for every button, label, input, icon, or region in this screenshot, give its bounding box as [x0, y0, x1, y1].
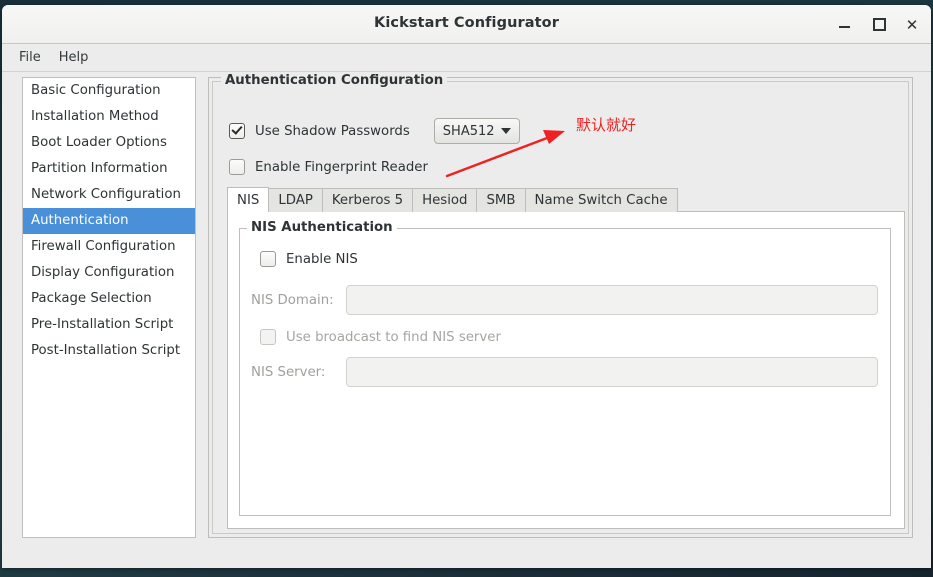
window-title: Kickstart Configurator: [373, 15, 559, 31]
tab-name-switch-cache[interactable]: Name Switch Cache: [525, 188, 678, 212]
authentication-configuration-title: Authentication Configuration: [221, 73, 448, 88]
nis-authentication-title: NIS Authentication: [247, 220, 397, 235]
tab-ldap[interactable]: LDAP: [269, 188, 323, 212]
chevron-down-icon: [500, 128, 511, 134]
enable-fingerprint-reader-label: Enable Fingerprint Reader: [255, 159, 428, 175]
password-hash-value: SHA512: [442, 123, 495, 139]
sidebar-item-authentication[interactable]: Authentication: [23, 208, 195, 234]
nis-broadcast-row: Use broadcast to find NIS server: [260, 329, 501, 345]
sidebar-item-installation-method[interactable]: Installation Method: [23, 104, 195, 130]
enable-nis-label: Enable NIS: [286, 251, 358, 267]
authentication-configuration-group: Authentication Configuration Use Shadow …: [212, 73, 909, 534]
tab-panel-nis: NIS Authentication Enable NIS NIS Domain…: [227, 211, 905, 529]
content-frame: Authentication Configuration Use Shadow …: [208, 73, 913, 538]
sidebar-list[interactable]: Basic Configuration Installation Method …: [22, 77, 196, 538]
sidebar-item-post-installation-script[interactable]: Post-Installation Script: [23, 338, 195, 364]
nis-server-label: NIS Server:: [251, 364, 326, 380]
enable-nis-row: Enable NIS: [260, 251, 358, 267]
annotation-text: 默认就好: [576, 116, 637, 134]
title-bar: Kickstart Configurator ✕: [2, 5, 931, 44]
minimize-icon[interactable]: [834, 15, 854, 35]
tab-kerberos-5[interactable]: Kerberos 5: [322, 188, 414, 212]
tab-nis[interactable]: NIS: [227, 187, 270, 212]
sidebar-item-package-selection[interactable]: Package Selection: [23, 286, 195, 312]
nis-server-input[interactable]: [346, 357, 878, 387]
fingerprint-row: Enable Fingerprint Reader: [229, 159, 428, 175]
authentication-tabs: NIS LDAP Kerberos 5 Hesiod SMB Name Swit…: [227, 187, 905, 529]
maximize-icon[interactable]: [869, 15, 889, 35]
close-icon[interactable]: ✕: [902, 15, 922, 35]
nis-domain-row: NIS Domain:: [251, 285, 878, 315]
application-window: Kickstart Configurator ✕ File Help Basic…: [2, 5, 931, 568]
nis-domain-label: NIS Domain:: [251, 292, 334, 308]
use-broadcast-label: Use broadcast to find NIS server: [286, 329, 501, 345]
menu-item-help[interactable]: Help: [50, 47, 98, 68]
use-shadow-passwords-label: Use Shadow Passwords: [255, 123, 410, 139]
tab-row: NIS LDAP Kerberos 5 Hesiod SMB Name Swit…: [227, 187, 905, 212]
menu-bar: File Help: [2, 44, 931, 72]
nis-server-row: NIS Server:: [251, 357, 878, 387]
tab-smb[interactable]: SMB: [477, 188, 526, 212]
sidebar-item-display-configuration[interactable]: Display Configuration: [23, 260, 195, 286]
nis-authentication-group: NIS Authentication Enable NIS NIS Domain…: [239, 220, 891, 516]
nis-domain-input[interactable]: [346, 285, 878, 315]
sidebar-item-firewall-configuration[interactable]: Firewall Configuration: [23, 234, 195, 260]
tab-hesiod[interactable]: Hesiod: [413, 188, 478, 212]
shadow-passwords-row: Use Shadow Passwords SHA512: [229, 118, 520, 144]
use-shadow-passwords-checkbox[interactable]: [229, 123, 245, 139]
use-broadcast-checkbox[interactable]: [260, 329, 276, 345]
window-body: Basic Configuration Installation Method …: [2, 72, 931, 568]
password-hash-select[interactable]: SHA512: [433, 118, 520, 144]
sidebar-item-boot-loader-options[interactable]: Boot Loader Options: [23, 130, 195, 156]
sidebar-item-partition-information[interactable]: Partition Information: [23, 156, 195, 182]
sidebar-item-pre-installation-script[interactable]: Pre-Installation Script: [23, 312, 195, 338]
sidebar-item-network-configuration[interactable]: Network Configuration: [23, 182, 195, 208]
enable-fingerprint-reader-checkbox[interactable]: [229, 159, 245, 175]
menu-item-file[interactable]: File: [10, 47, 50, 68]
enable-nis-checkbox[interactable]: [260, 251, 276, 267]
sidebar-item-basic-configuration[interactable]: Basic Configuration: [23, 78, 195, 104]
